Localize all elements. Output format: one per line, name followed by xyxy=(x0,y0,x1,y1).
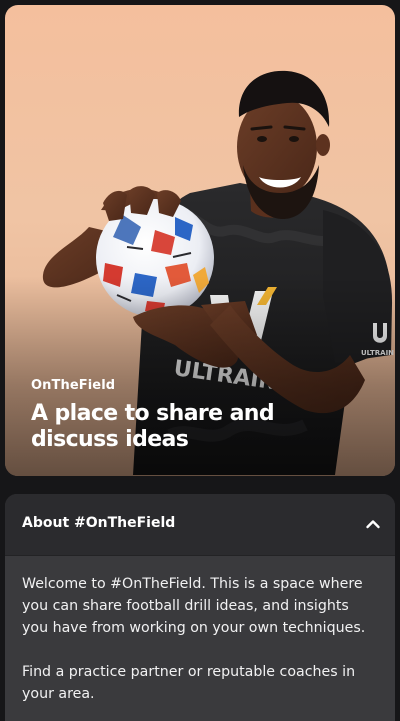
chevron-up-icon[interactable] xyxy=(363,514,383,534)
hero-community-name: OnTheField xyxy=(31,378,116,393)
about-paragraph: Welcome to #OnTheField. This is a space … xyxy=(22,576,366,636)
about-title: About #OnTheField xyxy=(22,515,176,531)
about-paragraph: Find a practice partner or reputable coa… xyxy=(22,664,356,702)
about-card: About #OnTheField Welcome to #OnTheField… xyxy=(5,494,395,721)
hero-card[interactable]: ULTRAIN ULTRAIN xyxy=(5,5,395,476)
app-screen: ULTRAIN ULTRAIN xyxy=(0,0,400,721)
about-accordion-header[interactable]: About #OnTheField xyxy=(5,494,395,556)
about-description: Welcome to #OnTheField. This is a space … xyxy=(5,556,395,705)
hero-headline: A place to share and discuss ideas xyxy=(31,401,275,452)
